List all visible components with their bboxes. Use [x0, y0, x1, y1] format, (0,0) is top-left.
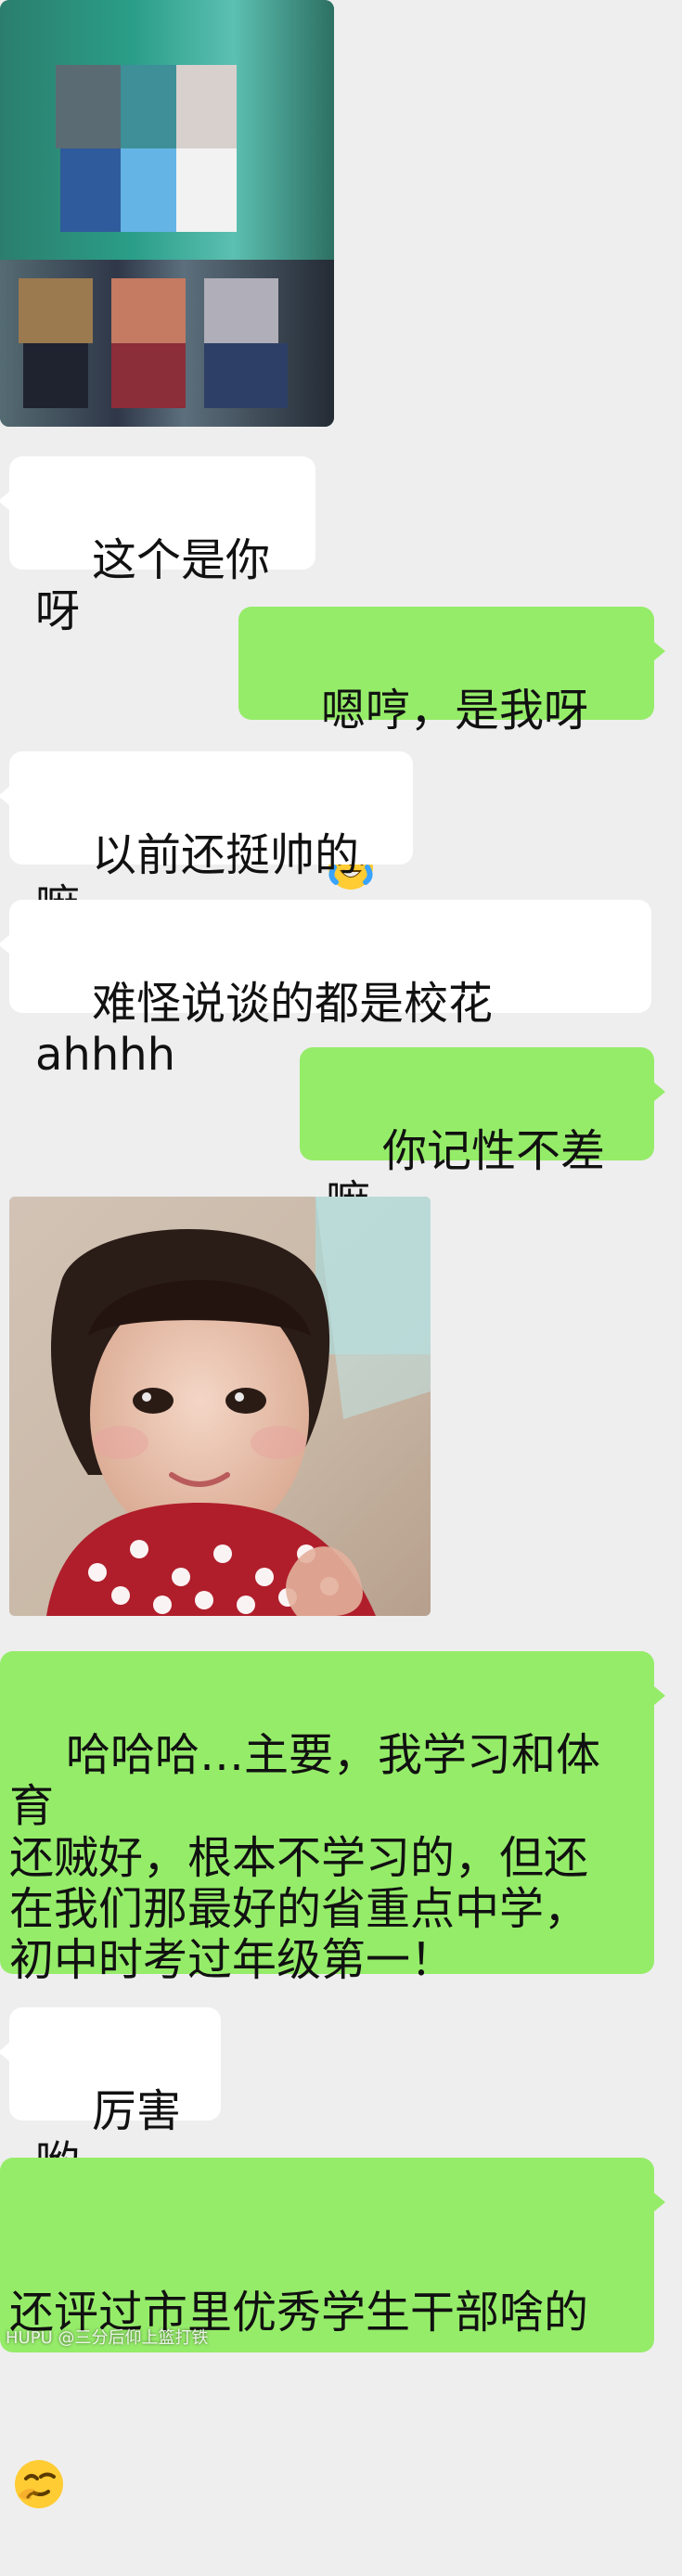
message-text: 哈哈哈…主要，我学习和体育 还贼好，根本不学习的，但还 在我们那最好的省重点中学… — [9, 1729, 601, 1986]
message-text: 嗯哼，是我呀 — [321, 685, 589, 737]
watermark: HUPU @三分后仰上篮打铁 — [6, 2325, 208, 2349]
pixelated-photo[interactable] — [0, 0, 334, 427]
message-right-2: 嗯哼，是我呀 — [238, 607, 665, 890]
message-left-4: 难怪说谈的都是校花 ahhhh — [0, 900, 651, 1081]
message-right-8: 还评过市里优秀学生干部啥的 — [0, 2158, 665, 2508]
message-left-3: 以前还挺帅的嘛 — [0, 751, 413, 932]
kid-photo[interactable] — [9, 1197, 431, 1616]
message-right-6: 哈哈哈…主要，我学习和体育 还贼好，根本不学习的，但还 在我们那最好的省重点中学… — [0, 1651, 665, 1986]
message-right-5: 你记性不差嘛 — [300, 1047, 665, 1228]
chat-area: 这个是你呀 嗯哼，是我呀 以前还挺帅的嘛 难怪说谈的都是校花 ahhhh 你记性… — [0, 0, 682, 2508]
message-left-1: 这个是你呀 — [0, 456, 315, 637]
message-left-7: 厉害哟 — [0, 2007, 221, 2188]
watermark-text: HUPU @三分后仰上篮打铁 — [6, 2328, 209, 2348]
message-text: 这个是你呀 — [35, 534, 271, 638]
thinking-emoji-icon — [9, 2352, 69, 2508]
